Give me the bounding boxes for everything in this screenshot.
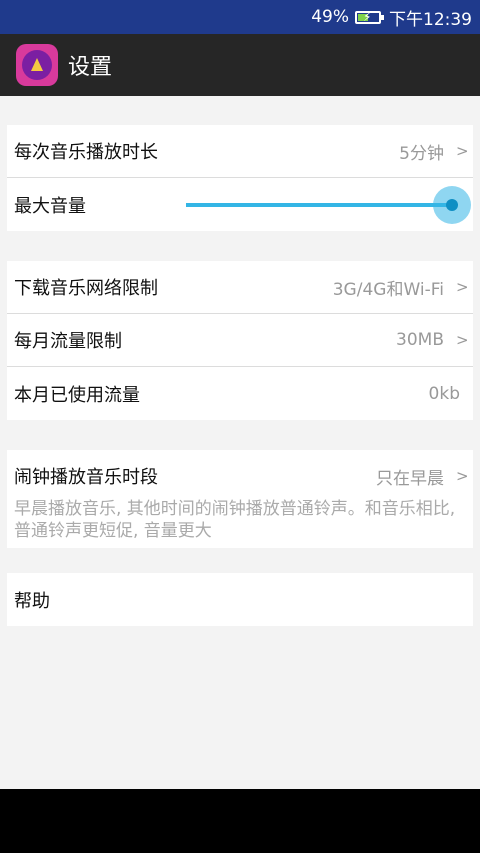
chevron-right-icon: > (456, 278, 469, 296)
playback-duration-value: 5分钟 (399, 143, 444, 164)
used-data-value: 0kb (428, 383, 460, 404)
download-network-value: 3G/4G和Wi-Fi (332, 279, 444, 300)
chevron-right-icon: > (456, 467, 469, 485)
setting-monthly-data-limit[interactable]: 每月流量限制 30MB > (7, 314, 473, 367)
music-app-icon[interactable] (16, 44, 58, 86)
setting-max-volume: 最大音量 (7, 178, 473, 231)
setting-download-network[interactable]: 下载音乐网络限制 3G/4G和Wi-Fi > (7, 261, 473, 314)
network-settings-group: 下载音乐网络限制 3G/4G和Wi-Fi > 每月流量限制 30MB > 本月已… (7, 261, 473, 420)
page-title: 设置 (68, 55, 113, 80)
navigation-bar (0, 789, 480, 853)
max-volume-slider-thumb[interactable] (446, 199, 458, 211)
help-group: 帮助 (7, 573, 473, 626)
setting-used-data: 本月已使用流量 0kb (14, 383, 460, 406)
chevron-right-icon: > (456, 331, 469, 349)
max-volume-slider-track[interactable] (186, 203, 453, 207)
alarm-music-period-value: 只在早晨 (376, 468, 444, 489)
playback-settings-group: 每次音乐播放时长 5分钟 > 最大音量 (7, 125, 473, 231)
setting-alarm-music-period[interactable]: 闹钟播放音乐时段 只在早晨 > (7, 450, 473, 494)
setting-playback-duration[interactable]: 每次音乐播放时长 5分钟 > (7, 125, 473, 178)
monthly-data-limit-value: 30MB (396, 330, 444, 350)
alarm-music-description: 早晨播放音乐, 其他时间的闹钟播放普通铃声。和音乐相比, 普通铃声更短促, 音量… (14, 499, 456, 541)
status-bar: 49% ⚡ 下午12:39 (0, 0, 480, 34)
chevron-right-icon: > (456, 142, 469, 160)
alarm-settings-group[interactable]: 闹钟播放音乐时段 只在早晨 > 早晨播放音乐, 其他时间的闹钟播放普通铃声。和音… (7, 450, 473, 548)
clock: 下午12:39 (389, 9, 472, 30)
settings-content: 每次音乐播放时长 5分钟 > 最大音量 下载音乐网络限制 3G/4G和Wi-Fi… (0, 96, 480, 789)
battery-charging-icon: ⚡ (355, 10, 384, 24)
setting-help[interactable]: 帮助 (7, 573, 473, 626)
app-bar: 设置 (0, 34, 480, 96)
battery-percent: 49% (311, 7, 349, 27)
